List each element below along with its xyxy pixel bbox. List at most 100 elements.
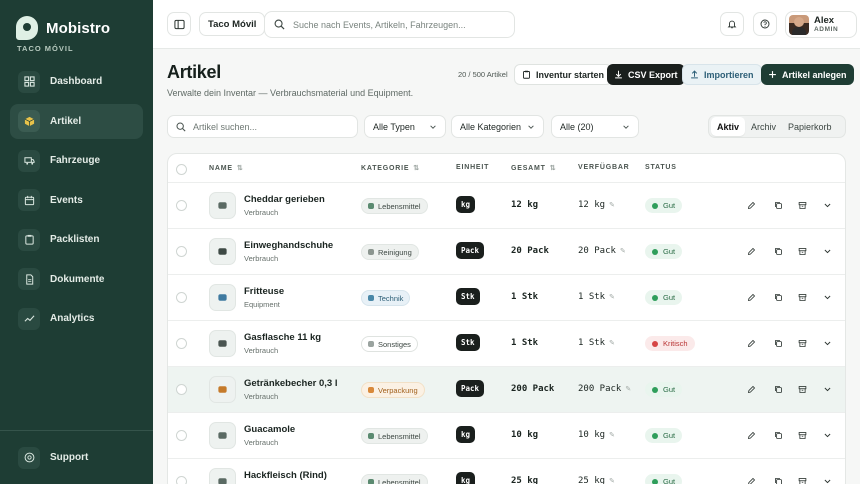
sidebar-item-dashboard[interactable]: Dashboard (10, 64, 143, 99)
tab-papierkorb[interactable]: Papierkorb (782, 117, 838, 136)
row-action-chevron-down[interactable] (820, 428, 834, 442)
row-action-duplicate[interactable] (771, 382, 785, 396)
column-header-name[interactable]: NAME ⇅ (209, 164, 243, 173)
item-name[interactable]: Fritteuse (244, 286, 284, 297)
table-row[interactable]: Gasflasche 11 kg Verbrauch Sonstiges Stk 1 S… (168, 320, 845, 366)
sidebar-item-packlisten[interactable]: Packlisten (10, 222, 143, 257)
row-checkbox[interactable] (176, 476, 187, 484)
row-action-duplicate[interactable] (771, 428, 785, 442)
item-name[interactable]: Getränkebecher 0,3 l (244, 378, 337, 389)
table-row[interactable]: Hackfleisch (Rind)VerbrauchLebensmittelk… (168, 458, 845, 484)
clipboard-icon (523, 70, 530, 79)
row-action-archive[interactable] (795, 428, 809, 442)
row-action-chevron-down[interactable] (820, 336, 834, 350)
row-checkbox[interactable] (176, 246, 187, 257)
item-name[interactable]: Guacamole (244, 424, 295, 435)
row-action-chevron-down[interactable] (820, 244, 834, 258)
edit-quantity-icon[interactable]: ✎ (620, 247, 626, 255)
available-quantity: 200 Pack ✎ (578, 384, 631, 394)
item-name[interactable]: Gasflasche 11 kg (244, 332, 321, 343)
row-action-archive[interactable] (795, 382, 809, 396)
item-name[interactable]: Einweghandschuhe (244, 240, 333, 251)
row-checkbox[interactable] (176, 430, 187, 441)
row-action-duplicate[interactable] (771, 244, 785, 258)
row-checkbox[interactable] (176, 384, 187, 395)
row-action-duplicate[interactable] (771, 336, 785, 350)
table-row[interactable]: Getränkebecher 0,3 l Verbrauch Verpackung P… (168, 366, 845, 412)
sidebar-item-support[interactable]: Support (10, 440, 143, 475)
row-action-edit[interactable] (744, 474, 758, 484)
row-action-chevron-down[interactable] (820, 290, 834, 304)
type-filter-select[interactable]: Alle Typen (364, 115, 446, 138)
status-dot (652, 202, 658, 209)
status-label: Kritisch (663, 339, 688, 348)
row-action-edit[interactable] (744, 244, 758, 258)
sidebar-item-dokumente[interactable]: Dokumente (10, 262, 143, 297)
row-action-archive[interactable] (795, 290, 809, 304)
item-name[interactable]: Cheddar gerieben (244, 194, 325, 205)
table-row[interactable]: Cheddar gerieben Verbrauch Lebensmittel kg 1… (168, 182, 845, 228)
item-name[interactable]: Hackfleisch (Rind) (244, 470, 327, 481)
row-action-archive[interactable] (795, 474, 809, 484)
user-menu[interactable]: Alex ADMIN (785, 11, 857, 38)
select-all-checkbox[interactable] (176, 164, 187, 175)
table-row[interactable]: Fritteuse Equipment Technik Stk 1 Stk 1 Stk ✎ G… (168, 274, 845, 320)
edit-quantity-icon[interactable]: ✎ (625, 385, 631, 393)
row-action-archive[interactable] (795, 244, 809, 258)
article-search-input[interactable] (193, 121, 353, 132)
edit-quantity-icon[interactable]: ✎ (609, 339, 615, 347)
duplicate-icon (774, 431, 782, 439)
add-article-button[interactable]: Artikel anlegen (761, 64, 854, 85)
row-action-edit[interactable] (744, 290, 758, 304)
item-type: Verbrauch (244, 438, 279, 447)
csv-export-button[interactable]: CSV Export (607, 64, 685, 85)
row-checkbox[interactable] (176, 292, 187, 303)
row-action-duplicate[interactable] (771, 198, 785, 212)
tenant-switcher[interactable]: Taco Móvil (199, 12, 266, 36)
row-action-edit[interactable] (744, 198, 758, 212)
sidebar-item-artikel[interactable]: Artikel (10, 103, 143, 139)
available-value: 12 kg (578, 200, 606, 210)
row-action-edit[interactable] (744, 428, 758, 442)
row-action-duplicate[interactable] (771, 290, 785, 304)
row-action-edit[interactable] (744, 336, 758, 350)
sidebar-item-analytics[interactable]: Analytics (10, 301, 143, 336)
row-checkbox[interactable] (176, 338, 187, 349)
category-filter-select[interactable]: Alle Kategorien (451, 115, 544, 138)
start-inventory-button[interactable]: Inventur starten (514, 64, 613, 85)
status-filter-select[interactable]: Alle (20) (551, 115, 639, 138)
column-header-category[interactable]: KATEGORIE ⇅ (361, 164, 419, 173)
row-action-chevron-down[interactable] (820, 474, 834, 484)
row-action-edit[interactable] (744, 382, 758, 396)
table-row[interactable]: Guacamole Verbrauch Lebensmittel kg 10 kg 10 … (168, 412, 845, 458)
status-badge: Kritisch (645, 336, 695, 351)
brand[interactable]: Mobistro (16, 16, 110, 40)
edit-quantity-icon[interactable]: ✎ (609, 431, 615, 439)
row-action-chevron-down[interactable] (820, 382, 834, 396)
edit-quantity-icon[interactable]: ✎ (609, 293, 615, 301)
chevron-down-icon (824, 433, 830, 437)
row-action-archive[interactable] (795, 198, 809, 212)
global-search-input[interactable] (293, 19, 503, 30)
row-action-chevron-down[interactable] (820, 198, 834, 212)
help-button[interactable] (753, 12, 777, 36)
bell-icon (727, 20, 737, 29)
column-header-total[interactable]: GESAMT ⇅ (511, 164, 556, 173)
sidebar-item-events[interactable]: Events (10, 183, 143, 218)
dashboard-icon (18, 70, 40, 93)
tab-aktiv[interactable]: Aktiv (711, 117, 746, 136)
tab-archiv[interactable]: Archiv (745, 117, 782, 136)
import-button[interactable]: Importieren (682, 64, 762, 85)
duplicate-icon (774, 477, 782, 484)
notifications-button[interactable] (720, 12, 744, 36)
sidebar-toggle-button[interactable] (167, 12, 191, 36)
row-checkbox[interactable] (176, 200, 187, 211)
edit-quantity-icon[interactable]: ✎ (609, 201, 615, 209)
item-type: Verbrauch (244, 392, 279, 401)
table-row[interactable]: Einweghandschuhe Verbrauch Reinigung Pack 20… (168, 228, 845, 274)
edit-quantity-icon[interactable]: ✎ (609, 477, 615, 484)
row-action-archive[interactable] (795, 336, 809, 350)
row-action-duplicate[interactable] (771, 474, 785, 484)
category-label: Lebensmittel (378, 477, 421, 484)
sidebar-item-fahrzeuge[interactable]: Fahrzeuge (10, 143, 143, 178)
